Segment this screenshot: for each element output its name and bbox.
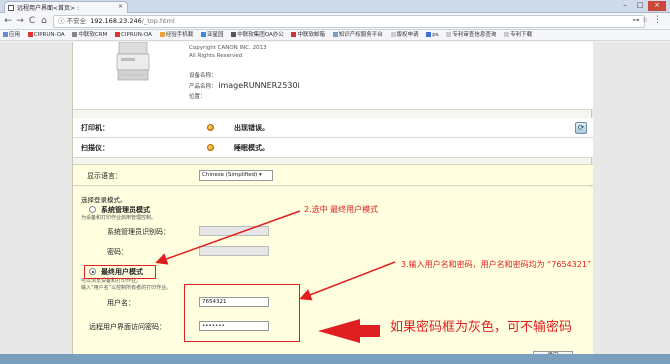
browser-menu-icon[interactable]: ⋮ bbox=[653, 15, 662, 25]
credentials-highlight-box bbox=[184, 284, 300, 342]
bookmark-item[interactable]: 亚星园 bbox=[200, 32, 223, 38]
scanner-label: 扫描仪： bbox=[81, 144, 109, 152]
bookmark-item[interactable]: CIPRUN-OA bbox=[27, 32, 65, 38]
bookmark-item[interactable]: 专利下载 bbox=[504, 32, 532, 38]
admin-mode-radio[interactable] bbox=[89, 206, 96, 213]
user-mode-hint: 输入“用户名”以控制所有者的打印作业。 bbox=[81, 285, 172, 291]
reload-icon[interactable]: C bbox=[27, 16, 37, 26]
product-name: imageRUNNER2530i bbox=[218, 81, 300, 90]
mail-icon bbox=[291, 32, 297, 37]
printer-label: 打印机： bbox=[81, 124, 109, 132]
admin-mode-description: 为设备和打印作业启用管理控制。 bbox=[81, 215, 157, 221]
address-bar[interactable]: ⓘ 不安全 192.168.23.246/_top.html bbox=[53, 15, 645, 28]
language-select[interactable]: Chinese (Simplified) ▾ bbox=[199, 170, 273, 181]
user-mode-highlight-box bbox=[84, 265, 156, 279]
back-arrow-icon[interactable]: ← bbox=[3, 16, 13, 26]
bookmark-item[interactable]: 专利审查信息查询 bbox=[446, 32, 496, 38]
apps-icon bbox=[3, 32, 8, 37]
bookmark-icon bbox=[72, 32, 78, 37]
window-close-button[interactable]: × bbox=[648, 1, 666, 11]
tab-close-icon[interactable]: × bbox=[118, 3, 123, 10]
annotation-step2: 2.选中 最终用户模式 bbox=[304, 205, 379, 214]
bookmark-star-icon[interactable]: ⊶ ☆ bbox=[632, 16, 648, 24]
home-icon[interactable]: ⌂ bbox=[39, 16, 49, 26]
admin-id-label: 系统管理员识别码： bbox=[107, 228, 170, 236]
username-label: 用户名： bbox=[107, 299, 135, 307]
tab-title: 远程用户界面<首页> : bbox=[17, 5, 79, 12]
bookmark-icon bbox=[200, 32, 206, 37]
device-details: 设备名称： 产品名称： imageRUNNER2530i 位置： bbox=[189, 71, 300, 102]
address-toolbar: ← → C ⌂ ⓘ 不安全 192.168.23.246/_top.html ⊶ … bbox=[0, 13, 670, 30]
printer-image bbox=[116, 42, 150, 81]
remote-ui-password-label: 远程用户界面访问密码： bbox=[89, 323, 166, 331]
os-taskbar bbox=[0, 354, 670, 364]
admin-mode-label: 系统管理员模式 bbox=[101, 206, 150, 214]
admin-password-field[interactable] bbox=[199, 246, 269, 256]
bookmark-item[interactable]: 中联软CRM bbox=[72, 32, 107, 38]
scanner-status-row: 扫描仪： 睡眠模式。 bbox=[73, 138, 593, 158]
bookmark-icon bbox=[159, 32, 165, 37]
bookmark-item[interactable]: 经验手机载 bbox=[159, 32, 193, 38]
bookmark-icon bbox=[332, 32, 338, 37]
url-path: /_top.html bbox=[141, 17, 175, 25]
bookmark-item[interactable]: CIPRUN-OA bbox=[115, 32, 152, 38]
bookmarks-bar: 应用 CIPRUN-OA 中联软CRM CIPRUN-OA 经验手机载 亚星园 … bbox=[0, 30, 670, 41]
sleep-status-icon bbox=[207, 144, 214, 151]
bookmark-item[interactable]: ps bbox=[426, 32, 439, 38]
login-mode-title: 选择登录模式。 bbox=[81, 196, 127, 204]
url-host: 192.168.23.246 bbox=[90, 17, 142, 25]
bookmark-icon bbox=[426, 32, 432, 37]
language-label: 显示语言： bbox=[87, 172, 122, 180]
location-label: 位置： bbox=[189, 94, 206, 100]
annotation-step3: 3.输入用户名和密码，用户名和密码均为 “7654321” bbox=[401, 260, 592, 269]
printer-status-message: 出现错误。 bbox=[234, 124, 269, 132]
warning-status-icon bbox=[207, 124, 214, 131]
annotation-password-note: 如果密码框为灰色，可不输密码 bbox=[390, 320, 573, 335]
maximize-button[interactable]: □ bbox=[633, 1, 647, 11]
minimize-button[interactable]: – bbox=[618, 1, 632, 11]
device-name-label: 设备名称： bbox=[189, 73, 217, 79]
not-secure-label[interactable]: ⓘ 不安全 bbox=[58, 17, 86, 25]
product-name-row: 产品名称： imageRUNNER2530i bbox=[189, 81, 300, 90]
page-favicon-icon bbox=[8, 5, 14, 11]
bookmark-item[interactable]: 中联软邮箱 bbox=[291, 32, 325, 38]
bookmark-item[interactable]: 中联软集团OA办公 bbox=[231, 32, 284, 38]
admin-id-field[interactable] bbox=[199, 226, 269, 236]
admin-password-label: 密码： bbox=[107, 248, 128, 256]
refresh-button[interactable]: ⟳ bbox=[575, 122, 587, 134]
bookmark-icon bbox=[27, 32, 33, 37]
bookmark-icon bbox=[115, 32, 121, 37]
bookmark-icon bbox=[231, 32, 237, 37]
device-info-panel: Copyright CANON INC. 2013 All Rights Res… bbox=[73, 42, 593, 110]
copyright-text: Copyright CANON INC. 2013 All Rights Res… bbox=[189, 45, 267, 59]
window-controls: – □ × bbox=[618, 1, 666, 12]
page-icon bbox=[446, 32, 452, 37]
bookmark-item[interactable]: 应用 bbox=[3, 32, 20, 38]
browser-tabbar: 远程用户界面<首页> : × – □ × bbox=[0, 0, 670, 13]
page-icon bbox=[390, 32, 396, 37]
language-row: 显示语言： Chinese (Simplified) ▾ bbox=[73, 164, 593, 186]
forward-arrow-icon[interactable]: → bbox=[15, 16, 25, 26]
bookmark-item[interactable]: 版权申请 bbox=[390, 32, 419, 38]
page-icon bbox=[504, 32, 510, 37]
printer-status-row: 打印机： 出现错误。 ⟳ bbox=[73, 118, 593, 138]
browser-tab[interactable]: 远程用户界面<首页> : × bbox=[4, 1, 128, 13]
scanner-status-message: 睡眠模式。 bbox=[234, 144, 269, 152]
bookmark-item[interactable]: 知识产权服务平台 bbox=[332, 32, 383, 38]
